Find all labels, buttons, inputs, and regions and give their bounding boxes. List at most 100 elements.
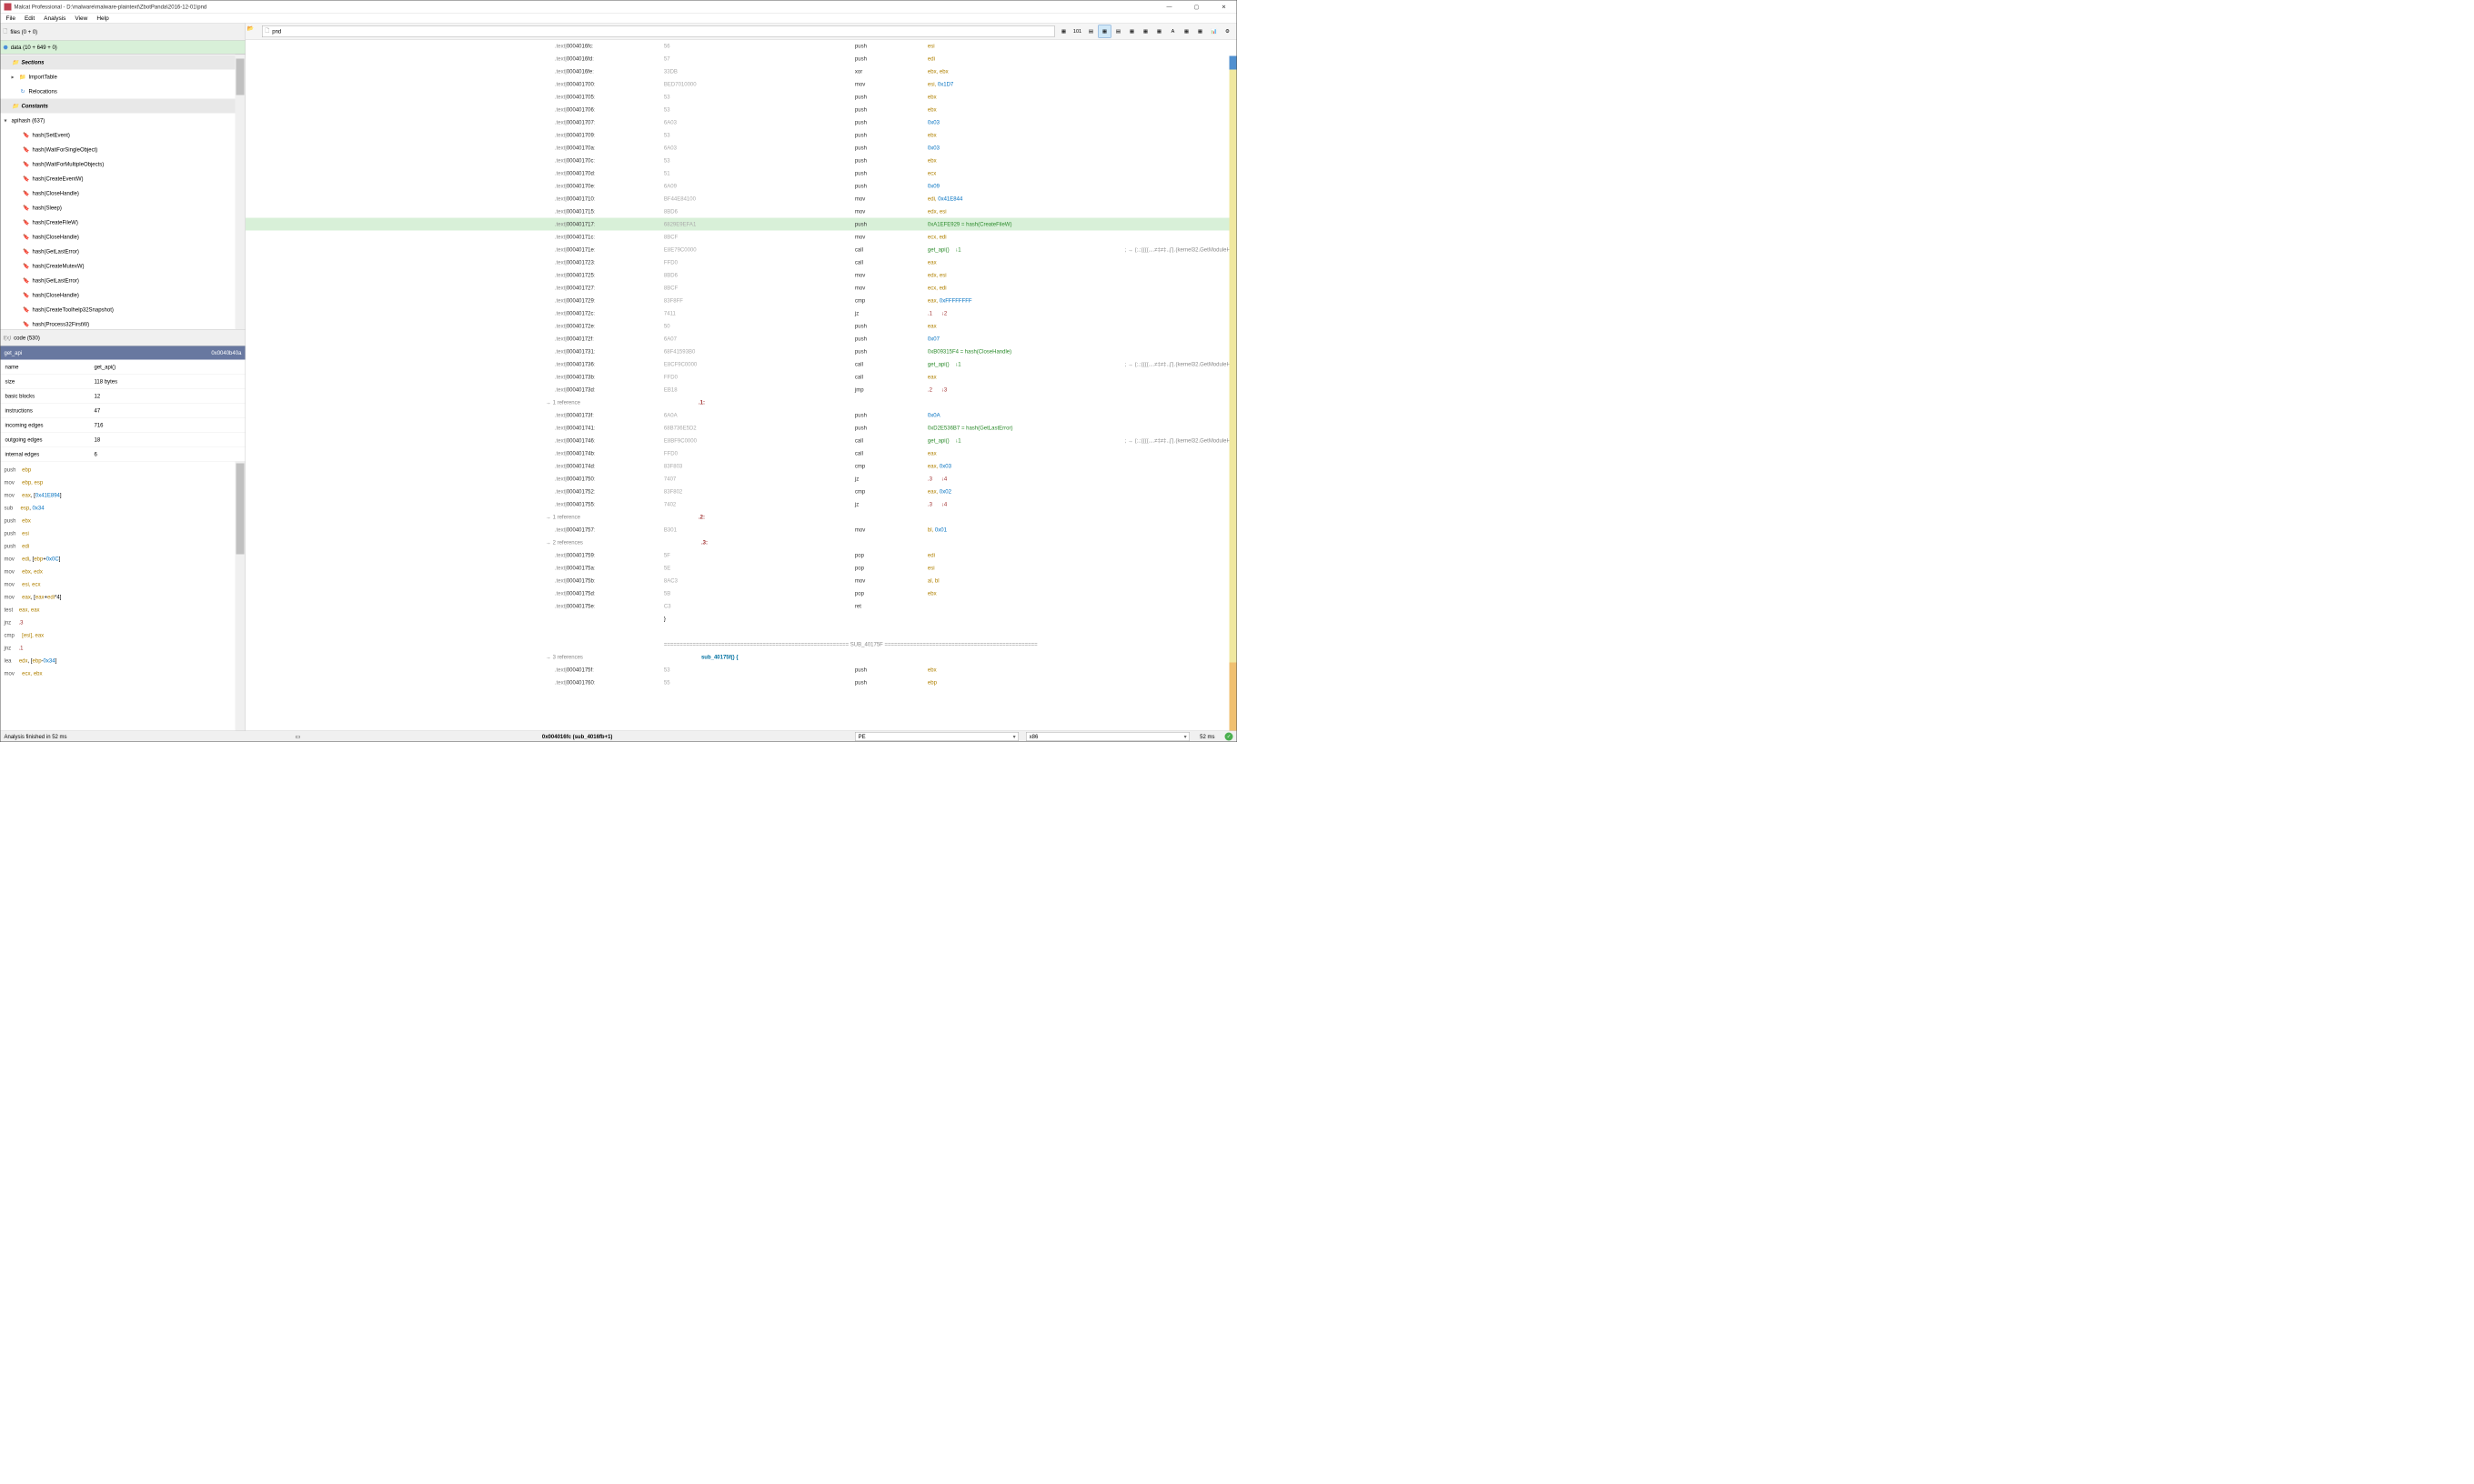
disasm-line[interactable]: .text|00040175a: 5Epopesi [246,562,1237,575]
disasm-line[interactable]: .text|00040175b: 8AC3moval, bl [246,575,1237,587]
tree-apihash[interactable]: ▾ apihash (637) [1,114,246,128]
disasm-line[interactable]: .text|00040170d: 51pushecx [246,167,1237,180]
disasm-line[interactable]: .text|000401755: 7402jz.3 ↓4 [246,498,1237,511]
code-bar[interactable]: f(x) code (530) [1,330,246,346]
expand-icon[interactable]: ▸ [12,74,18,80]
disasm-line[interactable]: .text|000401717: 6829E9EFA1push0xA1EFE92… [246,218,1237,231]
disasm-line[interactable]: .text|000401731: 68F41593B0push0xB09315F… [246,346,1237,358]
menu-edit[interactable]: Edit [21,14,38,23]
format-select[interactable]: PE [855,732,1019,741]
tree-sections[interactable]: 📁 Sections [1,55,246,70]
arch-select[interactable]: x86 [1026,732,1190,741]
tree-scrollbar[interactable] [235,55,245,330]
tool-3[interactable]: ▤ [1085,25,1098,37]
menu-file[interactable]: File [3,14,19,23]
disasm-line[interactable]: .text|000401723: FFD0calleax [246,256,1237,269]
disasm-line[interactable]: .text|00040172c: 7411jz.1 ↓2 [246,307,1237,320]
tool-7[interactable]: ▦ [1140,25,1152,37]
disasm-line[interactable]: .text|000401709: 53pushebx [246,129,1237,142]
tool-4[interactable]: ▦ [1099,25,1111,37]
tree-hash-item[interactable]: 🔖hash(Process32FirstW) [1,317,246,330]
disasm-line[interactable]: .text|00040172f: 6A07push0x07 [246,333,1237,346]
disasm-line[interactable]: .text|000401705: 53pushebx [246,91,1237,104]
disasm-line[interactable]: .text|000401741: 68B736E5D2push0xD2E536B… [246,422,1237,435]
disasm-line[interactable]: .text|000401729: 83F8FFcmpeax, 0xFFFFFFF… [246,295,1237,307]
disasm-line[interactable]: .text|00040171c: 8BCFmovecx, edi [246,231,1237,244]
files-bar[interactable]: 🗋 files (0 + 0) [1,24,246,41]
tree-hash-item[interactable]: 🔖hash(CreateToolhelp32Snapshot) [1,303,246,317]
refresh-icon: ↻ [19,87,27,95]
disasm-line[interactable]: .text|00040174d: 83F803cmpeax, 0x03 [246,460,1237,473]
disasm-line[interactable]: .text|00040175e: C3ret [246,600,1237,613]
open-folder-icon[interactable]: 📂 [247,25,260,37]
tree-hash-item[interactable]: 🔖hash(WaitForSingleObject) [1,143,246,157]
disasm-line[interactable]: .text|000401752: 83F802cmpeax, 0x02 [246,486,1237,498]
tree-hash-item[interactable]: 🔖hash(CloseHandle) [1,186,246,201]
tool-1[interactable]: ▦ [1058,25,1071,37]
tree-hash-item[interactable]: 🔖hash(WaitForMultipleObjects) [1,157,246,172]
maximize-button[interactable]: ▢ [1188,1,1206,12]
disasm-line[interactable]: .text|00040170a: 6A03push0x03 [246,142,1237,155]
disasm-line[interactable]: .text|000401759: 5Fpopedi [246,549,1237,562]
tree-hash-item[interactable]: 🔖hash(CreateMutexW) [1,259,246,274]
menu-help[interactable]: Help [93,14,112,23]
tree-hash-item[interactable]: 🔖hash(SetEvent) [1,128,246,143]
disasm-line[interactable]: .text|00040173f: 6A0Apush0x0A [246,409,1237,422]
tree-hash-item[interactable]: 🔖hash(Sleep) [1,201,246,216]
disasm-line[interactable]: .text|000401727: 8BCFmovecx, edi [246,282,1237,295]
disasm-line[interactable]: .text|000401700: BED7010000movesi, 0x1D7 [246,78,1237,91]
tree-hash-item[interactable]: 🔖hash(GetLastError) [1,245,246,259]
address-input[interactable]: 🗋 pnd [262,25,1055,37]
disasm-line[interactable]: .text|000401707: 6A03push0x03 [246,116,1237,129]
tool-5[interactable]: ▤ [1112,25,1125,37]
disasm-line[interactable]: .text|00040171e: E8E79C0000callget_api()… [246,244,1237,256]
disasm-line[interactable]: .text|000401715: 8BD6movedx, esi [246,206,1237,218]
menu-view[interactable]: View [71,14,91,23]
disasm-line[interactable]: .text|000401746: E8BF9C0000callget_api()… [246,435,1237,447]
tree-hash-item[interactable]: 🔖hash(CloseHandle) [1,230,246,245]
disasm-line[interactable]: .text|000401706: 53pushebx [246,104,1237,116]
disasm-line[interactable]: .text|0004016fd: 57pushedi [246,53,1237,65]
disasm-line[interactable]: .text|000401736: E8CF9C0000callget_api()… [246,358,1237,371]
disasm-line[interactable]: .text|00040175f: 53pushebx [246,664,1237,677]
disasm-line[interactable]: .text|000401725: 8BD6movedx, esi [246,269,1237,282]
close-button[interactable]: ✕ [1215,1,1233,12]
disasm-line[interactable]: .text|00040174b: FFD0calleax [246,447,1237,460]
menu-analysis[interactable]: Analysis [40,14,69,23]
tree-constants[interactable]: 📁 Constants [1,99,246,114]
tag-icon: 🔖 [23,218,31,226]
tree-hash-item[interactable]: 🔖hash(GetLastError) [1,274,246,288]
tool-8[interactable]: ▦ [1153,25,1166,37]
disasm-line[interactable]: .text|0004016fe: 33DBxorebx, ebx [246,65,1237,78]
preview-scrollbar[interactable] [235,462,245,731]
disasm-line[interactable]: .text|00040175d: 5Bpopebx [246,587,1237,600]
tree-hash-item[interactable]: 🔖hash(CreateEventW) [1,172,246,186]
tool-2[interactable]: 101 [1071,25,1084,37]
tool-9[interactable]: A [1167,25,1180,37]
disasm-line[interactable]: .text|000401750: 7407jz.3 ↓4 [246,473,1237,486]
expand-icon[interactable]: ▾ [5,117,11,124]
disasm-line[interactable]: .text|00040173d: EB18jmp.2 ↓3 [246,384,1237,396]
tree-hash-item[interactable]: 🔖hash(CreateFileW) [1,216,246,230]
tree-hash-item[interactable]: 🔖hash(CloseHandle) [1,288,246,303]
tree-relocations[interactable]: ↻ Relocations [1,85,246,99]
disasm-line[interactable]: .text|000401710: BF44E84100movedi, 0x41E… [246,193,1237,206]
disasm-line[interactable]: .text|00040170c: 53pushebx [246,155,1237,167]
tool-13[interactable]: ⚙ [1222,25,1234,37]
disasm-line[interactable]: .text|0004016fc: 56pushesi [246,40,1237,53]
tool-6[interactable]: ▦ [1126,25,1139,37]
tool-10[interactable]: ▦ [1181,25,1193,37]
minimize-button[interactable]: — [1161,1,1179,12]
disasm-line[interactable]: .text|00040172e: 50pusheax [246,320,1237,333]
tool-12[interactable]: 📊 [1208,25,1221,37]
tree-importtable[interactable]: ▸ 📁 ImportTable [1,70,246,85]
disasm-line[interactable]: .text|000401760: 55pushebp [246,677,1237,689]
disasm-line[interactable]: .text|00040170e: 6A09push0x09 [246,180,1237,193]
minimap[interactable] [1230,56,1237,731]
disassembly-view[interactable]: .text|0004016fc: 56pushesi.text|0004016f… [246,40,1237,731]
disasm-line[interactable]: .text|000401757: B301movbl, 0x01 [246,524,1237,536]
disasm-line[interactable]: .text|00040173b: FFD0calleax [246,371,1237,384]
tree-item-label: hash(WaitForMultipleObjects) [33,161,105,167]
data-bar[interactable]: ⬣ data (10 + 649 + 0) [1,41,246,55]
tool-11[interactable]: ▦ [1194,25,1207,37]
